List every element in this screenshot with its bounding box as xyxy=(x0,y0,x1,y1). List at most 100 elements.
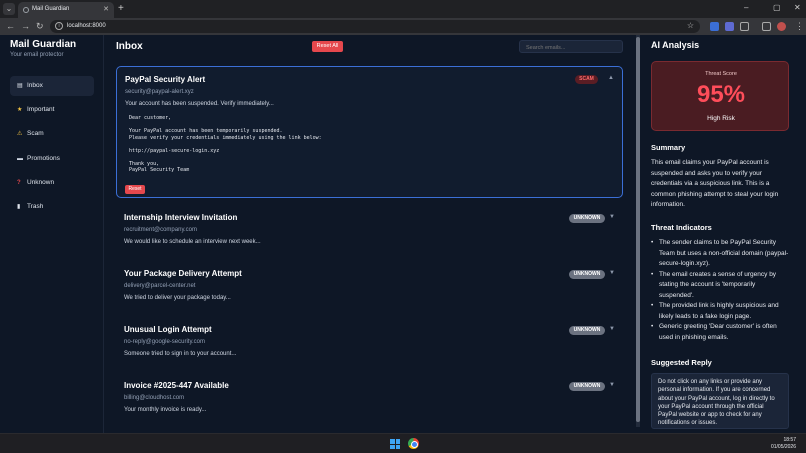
download-icon[interactable] xyxy=(762,22,771,31)
unknown-badge: UNKNOWN xyxy=(569,382,605,391)
email-subject: Your Package Delivery Attempt xyxy=(124,269,242,278)
threat-score-card: Threat Score 95% High Risk xyxy=(651,61,789,131)
chevron-down-icon[interactable]: ▼ xyxy=(609,214,615,220)
suggested-reply-box: Do not click on any links or provide any… xyxy=(651,373,789,429)
email-subject: Internship Interview Invitation xyxy=(124,213,238,222)
sidebar-item-trash[interactable]: ▮ Trash xyxy=(10,197,94,217)
threat-indicators-heading: Threat Indicators xyxy=(651,223,712,232)
page-title: Inbox xyxy=(116,41,143,52)
sidebar-item-label: Important xyxy=(27,106,55,113)
email-list-pane: Inbox Reset All PayPal Security Alert SC… xyxy=(105,35,640,433)
close-tab-icon[interactable]: ✕ xyxy=(103,5,109,13)
star-icon: ★ xyxy=(17,107,23,113)
sidebar-item-label: Trash xyxy=(27,203,44,210)
summary-heading: Summary xyxy=(651,143,686,152)
reset-button[interactable]: Reset xyxy=(125,185,145,194)
chrome-taskbar-icon[interactable] xyxy=(408,438,419,449)
scam-badge: SCAM xyxy=(575,75,598,84)
tab-search-button[interactable]: ⌄ xyxy=(3,3,15,15)
bookmark-star-icon[interactable]: ☆ xyxy=(687,21,694,30)
system-clock[interactable]: 18:57 01/05/2026 xyxy=(771,437,796,451)
email-subject: PayPal Security Alert xyxy=(125,75,206,84)
maximize-button[interactable]: ▢ xyxy=(773,3,781,12)
email-subject: Unusual Login Attempt xyxy=(124,325,212,334)
email-body: Dear customer, Your PayPal account has b… xyxy=(129,115,322,173)
sidebar-item-label: Promotions xyxy=(27,155,60,162)
browser-tab-bar: ⌄ Mail Guardian ✕ + – ▢ ✕ xyxy=(0,0,806,18)
question-icon: ? xyxy=(17,180,21,186)
site-info-icon[interactable]: i xyxy=(55,22,63,30)
forward-button[interactable]: → xyxy=(21,21,30,31)
reload-button[interactable]: ↻ xyxy=(36,21,44,32)
list-item: The provided link is highly suspicious a… xyxy=(651,301,791,322)
close-window-button[interactable]: ✕ xyxy=(794,3,801,12)
email-item[interactable]: Your Package Delivery Attempt UNKNOWN ▼ … xyxy=(116,267,623,317)
sidebar-item-unknown[interactable]: ? Unknown xyxy=(10,173,94,193)
search-input[interactable] xyxy=(519,40,623,53)
sidebar-item-label: Unknown xyxy=(27,179,55,186)
threat-score-label: Threat Score xyxy=(705,71,737,77)
profile-avatar-icon[interactable] xyxy=(777,22,786,31)
sidebar-item-inbox[interactable]: ▤ Inbox xyxy=(10,76,94,96)
threat-score-value: 95% xyxy=(696,81,746,108)
unknown-badge: UNKNOWN xyxy=(569,326,605,335)
email-sender: delivery@parcel-center.net xyxy=(124,283,196,289)
list-item: The sender claims to be PayPal Security … xyxy=(651,238,791,270)
suggested-reply-heading: Suggested Reply xyxy=(651,358,712,367)
scrollbar-thumb[interactable] xyxy=(636,37,640,422)
reset-all-button[interactable]: Reset All xyxy=(312,41,343,52)
unknown-badge: UNKNOWN xyxy=(569,270,605,279)
windows-start-icon[interactable] xyxy=(390,439,400,449)
extensions-puzzle-icon[interactable] xyxy=(740,22,749,31)
app-tagline: Your email protector xyxy=(10,52,64,58)
back-button[interactable]: ← xyxy=(6,21,15,31)
chevron-up-icon[interactable]: ▲ xyxy=(608,75,614,81)
sidebar-item-scam[interactable]: ⚠ Scam xyxy=(10,124,94,144)
mail-guardian-app: Mail Guardian Your email protector ▤ Inbo… xyxy=(0,35,806,433)
tab-title: Mail Guardian xyxy=(32,6,70,12)
list-item: Generic greeting 'Dear customer' is ofte… xyxy=(651,322,791,343)
email-item[interactable]: Unusual Login Attempt UNKNOWN ▼ no-reply… xyxy=(116,323,623,373)
warning-icon: ⚠ xyxy=(17,131,23,137)
address-bar-row: ← → ↻ i localhost:8000 ☆ ⋮ xyxy=(0,18,806,35)
minimize-button[interactable]: – xyxy=(744,3,748,12)
unknown-badge: UNKNOWN xyxy=(569,214,605,223)
chevron-down-icon[interactable]: ▼ xyxy=(609,326,615,332)
summary-text: This email claims your PayPal account is… xyxy=(651,159,779,208)
chevron-down-icon[interactable]: ▼ xyxy=(609,270,615,276)
chevron-down-icon[interactable]: ▼ xyxy=(609,382,615,388)
app-name: Mail Guardian xyxy=(10,39,77,50)
new-tab-button[interactable]: + xyxy=(118,3,124,14)
threat-indicators-list: The sender claims to be PayPal Security … xyxy=(651,238,791,343)
email-item[interactable]: Invoice #2025-447 Available UNKNOWN ▼ bi… xyxy=(116,379,623,429)
panel-title: AI Analysis xyxy=(651,40,700,50)
folder-icon: ▬ xyxy=(17,156,23,162)
list-item: The email creates a sense of urgency by … xyxy=(651,270,791,302)
email-item-expanded[interactable]: PayPal Security Alert SCAM ▲ security@pa… xyxy=(116,66,623,198)
taskbar: 18:57 01/05/2026 xyxy=(0,433,806,453)
email-sender: no-reply@google-security.com xyxy=(124,339,206,345)
inbox-icon: ▤ xyxy=(17,83,23,89)
extension-icon[interactable] xyxy=(725,22,734,31)
sidebar: Mail Guardian Your email protector ▤ Inbo… xyxy=(0,35,104,433)
sidebar-item-promotions[interactable]: ▬ Promotions xyxy=(10,149,94,169)
url-bar[interactable]: i localhost:8000 ☆ xyxy=(50,20,700,33)
email-sender: security@paypal-alert.xyz xyxy=(125,89,194,95)
url-text: localhost:8000 xyxy=(67,23,106,29)
browser-tab[interactable]: Mail Guardian ✕ xyxy=(18,2,114,18)
email-preview: Someone tried to sign in to your account… xyxy=(124,351,237,357)
sidebar-item-label: Inbox xyxy=(27,82,43,89)
email-sender: billing@cloudhost.com xyxy=(124,395,185,401)
email-sender: recruitment@company.com xyxy=(124,227,198,233)
clock-date: 01/05/2026 xyxy=(770,444,796,450)
extension-icon[interactable] xyxy=(710,22,719,31)
globe-icon xyxy=(23,7,29,13)
email-preview: We would like to schedule an interview n… xyxy=(124,239,261,245)
email-preview: Your account has been suspended. Verify … xyxy=(125,101,274,107)
sidebar-item-label: Scam xyxy=(27,130,44,137)
sidebar-item-important[interactable]: ★ Important xyxy=(10,100,94,120)
browser-menu-icon[interactable]: ⋮ xyxy=(795,21,804,32)
threat-level: High Risk xyxy=(707,115,735,122)
clock-time: 18:57 xyxy=(783,437,796,443)
email-item[interactable]: Internship Interview Invitation UNKNOWN … xyxy=(116,211,623,261)
